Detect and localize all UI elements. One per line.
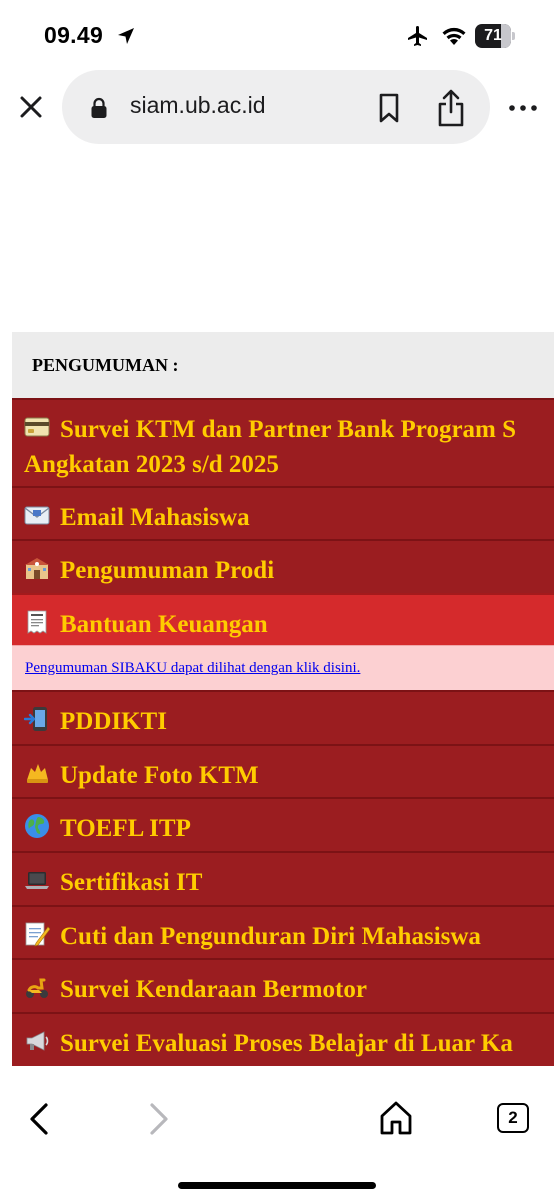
globe-icon [25,814,49,838]
announcement-item-pddikti[interactable]: PDDIKTI [12,690,554,744]
scooter-icon [26,978,48,998]
bottom-toolbar: 2 [0,1067,554,1200]
share-icon[interactable] [434,88,468,128]
announcement-label: PDDIKTI [60,708,167,735]
forward-arrow-icon[interactable] [144,1101,172,1137]
location-arrow-icon [118,28,134,44]
receipt-icon [27,610,47,634]
announcement-item-survei-kendaraan[interactable]: Survei Kendaraan Bermotor [12,958,554,1012]
announcement-label: Pengumuman Prodi [60,557,275,584]
sibaku-notice-link[interactable]: Pengumuman SIBAKU dapat dilihat dengan k… [25,660,360,676]
announcement-item-cuti-pengunduran[interactable]: Cuti dan Pengunduran Diri Mahasiswa [12,905,554,958]
announcement-item-toefl-itp[interactable]: TOEFL ITP [12,797,554,851]
announcement-label: Update Foto KTM [60,762,259,789]
memo-icon [25,922,50,947]
mobile-arrow-icon [24,707,47,731]
close-icon[interactable] [14,90,48,124]
more-options-icon[interactable] [505,96,541,120]
announcement-label: TOEFL ITP [60,815,191,842]
announcement-label: Bantuan Keuangan [60,611,268,638]
announcement-label: Sertifikasi IT [60,869,203,896]
announcement-item-bantuan-keuangan[interactable]: Bantuan Keuangan [12,593,554,645]
back-arrow-icon[interactable] [26,1101,54,1137]
bookmark-icon[interactable] [375,92,403,124]
sibaku-notice: Pengumuman SIBAKU dapat dilihat dengan k… [12,645,554,690]
announcement-item-survei-ktm[interactable]: Survei KTM dan Partner Bank Program S An… [12,398,554,486]
laptop-icon [25,872,49,889]
announcement-label: Email Mahasiswa [60,504,250,531]
megaphone-icon [26,1031,49,1051]
credit-card-icon [24,417,50,437]
announcement-label: Survei KTM dan Partner Bank Program S [60,416,517,443]
announcement-label: Survei Evaluasi Proses Belajar di Luar K… [60,1030,513,1057]
announcement-item-survei-evaluasi[interactable]: Survei Evaluasi Proses Belajar di Luar K… [12,1012,554,1066]
camera-flash-icon [27,764,48,783]
wifi-icon [442,27,466,45]
lock-icon [91,97,107,118]
announcement-label: Cuti dan Pengunduran Diri Mahasiswa [60,923,481,950]
battery-level: 71 [484,27,502,44]
announcement-label-line2: Angkatan 2023 s/d 2025 [24,451,279,478]
announcement-item-sertifikasi-it[interactable]: Sertifikasi IT [12,851,554,905]
email-icon [24,506,50,525]
status-bar: 09.49 71 [0,0,554,70]
tabs-button[interactable]: 2 [497,1103,529,1133]
announcements-header: PENGUMUMAN : [12,332,554,398]
announcement-label: Survei Kendaraan Bermotor [60,976,367,1003]
status-time: 09.49 [44,22,104,48]
announcements-panel: PENGUMUMAN : Survei KTM dan Partner Bank… [12,332,554,1066]
airplane-icon [408,26,427,46]
announcement-item-pengumuman-prodi[interactable]: Pengumuman Prodi [12,539,554,593]
announcements-title: PENGUMUMAN : [32,355,179,375]
home-icon[interactable] [378,1099,414,1137]
url-text: siam.ub.ac.id [130,92,266,118]
announcement-item-update-foto-ktm[interactable]: Update Foto KTM [12,744,554,797]
address-bar[interactable]: siam.ub.ac.id [62,70,490,144]
school-building-icon [25,558,49,579]
announcement-item-email-mahasiswa[interactable]: Email Mahasiswa [12,486,554,539]
battery-indicator: 71 [475,24,515,48]
home-indicator [178,1182,376,1189]
